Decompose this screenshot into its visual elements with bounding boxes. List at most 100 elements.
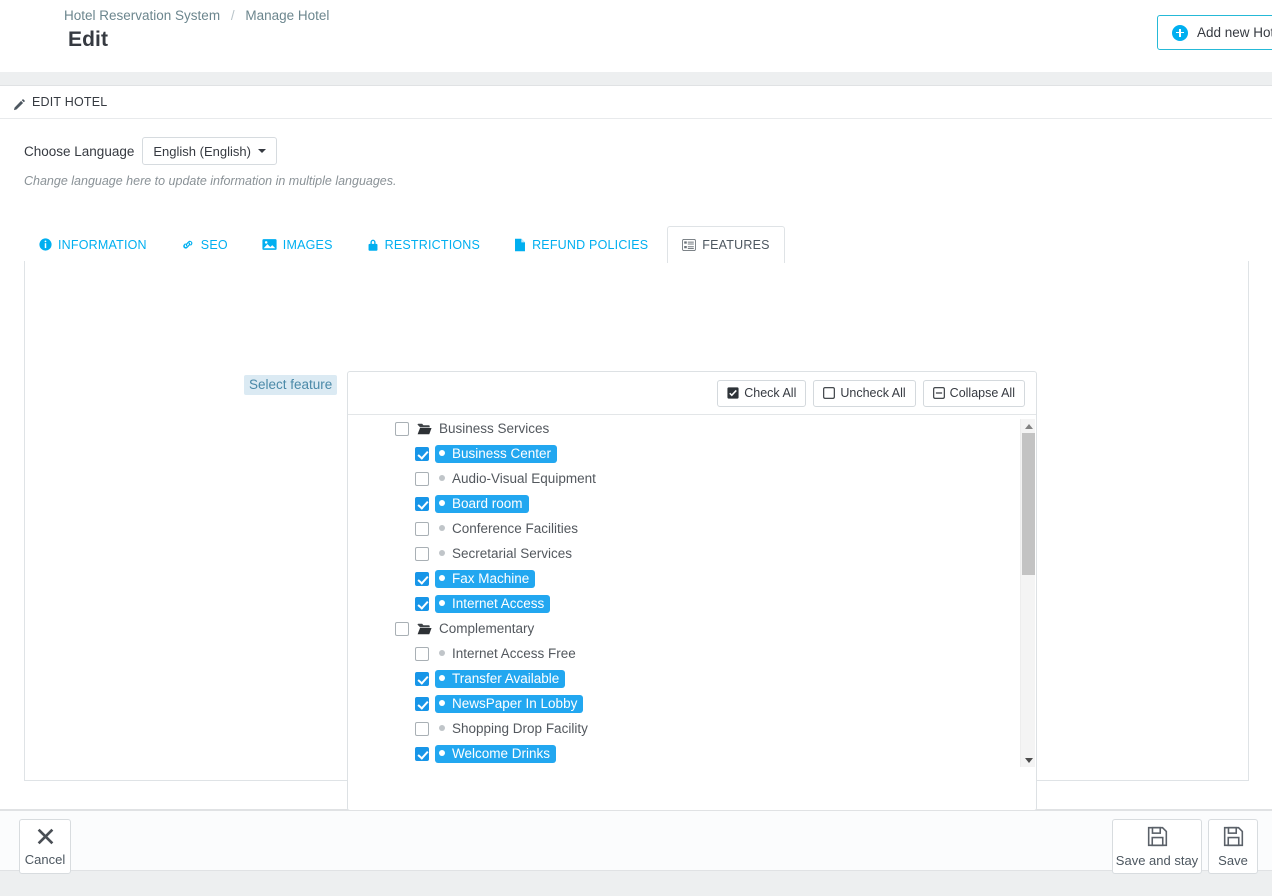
select-feature-label: Select feature xyxy=(244,375,338,395)
tab-seo[interactable]: SEO xyxy=(166,226,243,262)
tree-item-row[interactable]: NewsPaper In Lobby xyxy=(348,691,1036,716)
feature-item[interactable]: Secretarial Services xyxy=(435,545,578,563)
feature-item[interactable]: Welcome Drinks xyxy=(435,744,557,763)
breadcrumb-item-root[interactable]: Hotel Reservation System xyxy=(64,8,220,23)
info-circle-icon xyxy=(39,238,52,251)
open-folder-icon xyxy=(417,623,432,635)
tab-information[interactable]: INFORMATION xyxy=(24,226,162,262)
feature-checkbox[interactable] xyxy=(415,671,429,686)
feature-checkbox[interactable] xyxy=(415,746,429,761)
panel-heading-title: EDIT HOTEL xyxy=(32,95,108,109)
feature-checkbox[interactable] xyxy=(415,546,429,561)
feature-item[interactable]: Conference Facilities xyxy=(435,520,584,538)
tree-item-row[interactable]: Board room xyxy=(348,491,1036,516)
feature-checkbox[interactable] xyxy=(415,596,429,611)
feature-item[interactable]: Internet Access Free xyxy=(435,645,582,663)
breadcrumb-item-current[interactable]: Manage Hotel xyxy=(245,8,329,23)
list-alt-icon xyxy=(682,239,697,251)
tree-item-row[interactable]: Fax Machine xyxy=(348,566,1036,591)
bullet-icon xyxy=(439,575,445,581)
feature-item-label: Business Center xyxy=(452,445,552,461)
link-icon xyxy=(181,238,195,251)
save-and-stay-button[interactable]: Save and stay xyxy=(1112,819,1202,874)
folder-checkbox[interactable] xyxy=(395,421,409,436)
tree-item-row[interactable]: Conference Facilities xyxy=(348,516,1036,541)
feature-item[interactable]: Shopping Drop Facility xyxy=(435,720,594,738)
bullet-icon xyxy=(439,600,445,606)
tree-item-row[interactable]: Shopping Drop Facility xyxy=(348,716,1036,741)
bullet-icon xyxy=(439,700,445,706)
bullet-icon xyxy=(439,550,445,556)
feature-item[interactable]: Audio-Visual Equipment xyxy=(435,470,602,488)
cancel-button[interactable]: Cancel xyxy=(19,819,71,874)
feature-item-label: NewsPaper In Lobby xyxy=(452,695,578,711)
feature-item-label: Secretarial Services xyxy=(452,545,573,561)
feature-checkbox[interactable] xyxy=(415,571,429,586)
feature-checkbox[interactable] xyxy=(415,521,429,536)
tree-folder-row[interactable]: Complementary xyxy=(348,616,1036,641)
panel-heading: EDIT HOTEL xyxy=(0,86,1272,119)
feature-item[interactable]: Business Center xyxy=(435,444,558,463)
add-new-hotel-button[interactable]: Add new Hotel xyxy=(1157,15,1272,50)
scrollbar-thumb[interactable] xyxy=(1022,433,1035,575)
uncheck-all-button[interactable]: Uncheck All xyxy=(813,379,916,407)
feature-item[interactable]: Fax Machine xyxy=(435,569,536,588)
tab-restrictions[interactable]: RESTRICTIONS xyxy=(352,226,495,262)
tree-item-row[interactable]: Internet Access Free xyxy=(348,641,1036,666)
scroll-up-arrow-icon[interactable] xyxy=(1021,419,1036,433)
feature-checkbox[interactable] xyxy=(415,696,429,711)
image-icon xyxy=(262,238,277,251)
edit-hotel-panel: EDIT HOTEL Choose Language English (Engl… xyxy=(0,85,1272,811)
feature-checkbox[interactable] xyxy=(415,646,429,661)
bullet-icon xyxy=(439,525,445,531)
tree-item-row[interactable]: Welcome Drinks xyxy=(348,741,1036,766)
feature-tree-scrollbar[interactable] xyxy=(1020,419,1035,767)
feature-checkbox[interactable] xyxy=(415,446,429,461)
tab-features-label: FEATURES xyxy=(702,238,770,252)
checked-box-icon xyxy=(727,387,739,399)
tab-refund-policies[interactable]: REFUND POLICIES xyxy=(499,226,663,262)
folder-label: Business Services xyxy=(439,421,550,436)
bullet-icon xyxy=(439,450,445,456)
folder-label: Complementary xyxy=(439,621,535,636)
choose-language-row: Choose Language English (English) xyxy=(24,137,277,165)
tab-information-label: INFORMATION xyxy=(58,237,147,252)
collapse-all-button[interactable]: Collapse All xyxy=(922,379,1025,407)
feature-item[interactable]: Internet Access xyxy=(435,594,551,613)
bullet-icon xyxy=(439,725,445,731)
tree-item-row[interactable]: Audio-Visual Equipment xyxy=(348,466,1036,491)
feature-item-label: Transfer Available xyxy=(452,670,560,686)
plus-circle-icon xyxy=(1172,24,1188,41)
tree-item-row[interactable]: Internet Access xyxy=(348,591,1036,616)
feature-item-label: Internet Access Free xyxy=(452,645,576,661)
feature-item-label: Conference Facilities xyxy=(452,520,579,536)
minus-square-icon xyxy=(932,387,945,399)
tree-item-row[interactable]: Business Center xyxy=(348,441,1036,466)
add-new-hotel-label: Add new Hotel xyxy=(1197,25,1272,40)
tree-item-row[interactable]: Transfer Available xyxy=(348,666,1036,691)
scroll-down-arrow-icon[interactable] xyxy=(1021,753,1036,767)
feature-checkbox[interactable] xyxy=(415,496,429,511)
tab-images[interactable]: IMAGES xyxy=(247,226,348,262)
feature-item[interactable]: Board room xyxy=(435,494,529,513)
feature-item-label: Shopping Drop Facility xyxy=(452,720,588,736)
tree-folder-row[interactable]: Business Services xyxy=(348,416,1036,441)
feature-checkbox[interactable] xyxy=(415,471,429,486)
chevron-down-icon xyxy=(257,149,266,153)
feature-checkbox[interactable] xyxy=(415,721,429,736)
folder-checkbox[interactable] xyxy=(395,621,409,636)
tab-refund-policies-label: REFUND POLICIES xyxy=(532,237,649,252)
feature-item-label: Board room xyxy=(452,495,523,511)
tree-item-row[interactable]: Secretarial Services xyxy=(348,541,1036,566)
feature-item[interactable]: NewsPaper In Lobby xyxy=(435,694,584,713)
check-all-button[interactable]: Check All xyxy=(717,379,807,407)
save-button[interactable]: Save xyxy=(1208,819,1258,874)
feature-item-label: Welcome Drinks xyxy=(452,745,551,761)
save-label: Save xyxy=(1218,852,1248,868)
bullet-icon xyxy=(439,475,445,481)
tab-features[interactable]: FEATURES xyxy=(667,226,785,263)
language-select[interactable]: English (English) xyxy=(142,137,277,165)
tab-seo-label: SEO xyxy=(200,237,228,252)
bullet-icon xyxy=(439,650,445,656)
feature-item[interactable]: Transfer Available xyxy=(435,669,566,688)
